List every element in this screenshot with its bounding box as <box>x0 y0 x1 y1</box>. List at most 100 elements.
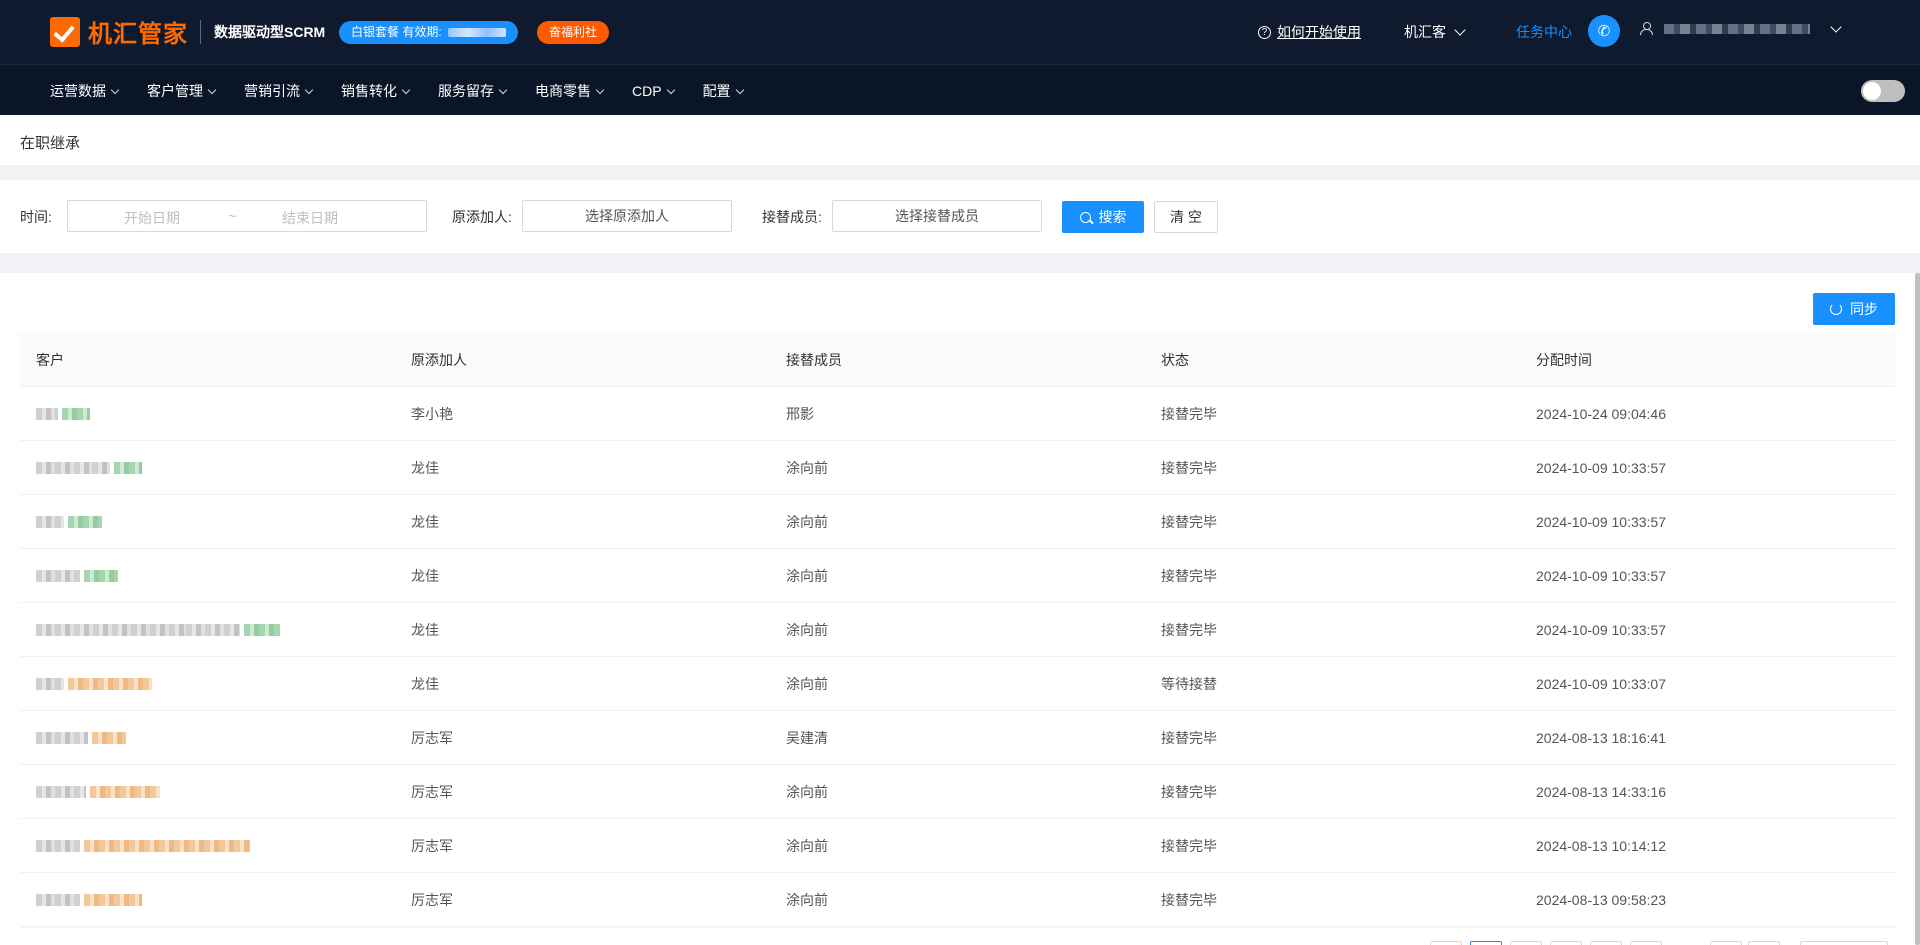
phone-button[interactable]: ✆ <box>1588 15 1620 47</box>
nav-item-label: CDP <box>632 83 662 99</box>
customer-name-redacted <box>36 894 142 906</box>
task-center-link[interactable]: 任务中心 <box>1516 22 1572 42</box>
nav-item-label: 电商零售 <box>535 83 591 99</box>
table-row: 李小艳 邢影 接替完毕 2024-10-24 09:04:46 <box>20 387 1895 441</box>
sync-button[interactable]: 同步 <box>1813 293 1895 325</box>
assign-time-cell: 2024-10-09 10:33:07 <box>1536 676 1666 692</box>
successor-label: 接替成员: <box>762 209 822 225</box>
original-adder-cell: 龙佳 <box>411 568 439 584</box>
search-button[interactable]: 搜索 <box>1062 201 1144 233</box>
original-adder-cell: 厉志军 <box>411 784 453 800</box>
successor-cell: 涂向前 <box>786 784 828 800</box>
content-panel: 同步 客户 原添加人 接替成员 状态 分配时间 李小艳 邢影 接替完毕 2024… <box>0 273 1920 945</box>
page-size-select[interactable] <box>1800 941 1888 945</box>
next-page-button[interactable] <box>1748 941 1780 945</box>
nav-item-operation-data[interactable]: 运营数据 <box>50 81 120 101</box>
top-header: 机汇管家 数据驱动型SCRM 白银套餐 有效期: 奋福利社 ? 如何开始使用 机… <box>0 0 1920 64</box>
assign-time-cell: 2024-10-09 10:33:57 <box>1536 568 1666 584</box>
customer-name-redacted <box>36 408 90 420</box>
page-title: 在职继承 <box>20 135 81 152</box>
start-date-placeholder[interactable]: 开始日期 <box>124 208 180 228</box>
table-row: 厉志军 涂向前 接替完毕 2024-08-13 14:33:16 <box>20 765 1895 819</box>
chevron-down-icon <box>207 85 217 94</box>
page-button[interactable] <box>1510 941 1542 945</box>
original-adder-cell: 厉志军 <box>411 730 453 746</box>
nav-item-ecommerce[interactable]: 电商零售 <box>535 81 605 101</box>
successor-cell: 涂向前 <box>786 568 828 584</box>
date-range-picker[interactable]: 开始日期 ~ 结束日期 <box>67 200 427 232</box>
nav-item-sales-conversion[interactable]: 销售转化 <box>341 81 411 101</box>
status-cell: 接替完毕 <box>1161 730 1217 746</box>
refresh-icon <box>1830 303 1842 315</box>
status-cell: 接替完毕 <box>1161 406 1217 422</box>
table-row: 龙佳 涂向前 接替完毕 2024-10-09 10:33:57 <box>20 603 1895 657</box>
search-icon <box>1079 211 1091 223</box>
nav-item-config[interactable]: 配置 <box>702 81 744 101</box>
chevron-down-icon <box>1830 20 1842 33</box>
table-row: 龙佳 涂向前 接替完毕 2024-10-09 10:33:57 <box>20 549 1895 603</box>
successor-input[interactable] <box>832 200 1042 232</box>
welfare-badge[interactable]: 奋福利社 <box>537 21 610 44</box>
successor-cell: 涂向前 <box>786 514 828 530</box>
user-menu[interactable] <box>1640 20 1842 35</box>
logo-text: 机汇管家 <box>88 21 188 48</box>
chevron-down-icon <box>401 85 411 94</box>
nav-item-label: 配置 <box>702 83 731 99</box>
nav-item-label: 客户管理 <box>147 83 203 99</box>
clear-button[interactable]: 清 空 <box>1154 201 1218 233</box>
customer-name-redacted <box>36 678 152 690</box>
column-header-status: 状态 <box>1161 352 1189 368</box>
status-cell: 接替完毕 <box>1161 460 1217 476</box>
assign-time-cell: 2024-10-09 10:33:57 <box>1536 514 1666 530</box>
original-adder-cell: 厉志军 <box>411 892 453 908</box>
page-button[interactable] <box>1590 941 1622 945</box>
prev-page-button[interactable] <box>1430 941 1462 945</box>
status-cell: 接替完毕 <box>1161 838 1217 854</box>
logo[interactable]: 机汇管家 <box>50 14 188 49</box>
chevron-down-icon <box>595 85 605 94</box>
slogan: 数据驱动型SCRM <box>214 24 326 40</box>
assign-time-cell: 2024-10-09 10:33:57 <box>1536 622 1666 638</box>
successor-cell: 邢影 <box>786 406 814 422</box>
successor-cell: 涂向前 <box>786 622 828 638</box>
customer-name-redacted <box>36 786 160 798</box>
assign-time-cell: 2024-10-24 09:04:46 <box>1536 406 1666 422</box>
table-row: 龙佳 涂向前 等待接替 2024-10-09 10:33:07 <box>20 657 1895 711</box>
page-button[interactable] <box>1710 941 1742 945</box>
nav-item-service-retention[interactable]: 服务留存 <box>438 81 508 101</box>
theme-toggle[interactable] <box>1861 80 1905 102</box>
page-button[interactable] <box>1470 941 1502 945</box>
org-selector[interactable]: 机汇客 <box>1404 22 1466 42</box>
successor-cell: 涂向前 <box>786 892 828 908</box>
help-link[interactable]: ? 如何开始使用 <box>1258 22 1361 42</box>
plan-expiry-redacted <box>447 28 506 37</box>
successor-cell: 吴建清 <box>786 730 828 746</box>
help-link-label: 如何开始使用 <box>1277 24 1361 40</box>
nav-item-marketing[interactable]: 营销引流 <box>244 81 314 101</box>
table-row: 龙佳 涂向前 接替完毕 2024-10-09 10:33:57 <box>20 495 1895 549</box>
assign-time-cell: 2024-08-13 14:33:16 <box>1536 784 1666 800</box>
nav-item-cdp[interactable]: CDP <box>632 81 675 101</box>
nav-item-label: 营销引流 <box>244 83 300 99</box>
pagination <box>0 941 1920 945</box>
assign-time-cell: 2024-08-13 18:16:41 <box>1536 730 1666 746</box>
nav-item-customer-management[interactable]: 客户管理 <box>147 81 217 101</box>
column-header-original-adder: 原添加人 <box>411 352 467 368</box>
customer-name-redacted <box>36 516 102 528</box>
end-date-placeholder[interactable]: 结束日期 <box>282 208 338 228</box>
original-adder-cell: 龙佳 <box>411 622 439 638</box>
plan-badge[interactable]: 白银套餐 有效期: <box>339 21 518 44</box>
user-icon <box>1640 22 1653 35</box>
chevron-down-icon <box>735 85 744 94</box>
customer-name-redacted <box>36 462 142 474</box>
scrollbar-thumb[interactable] <box>1915 273 1920 945</box>
original-adder-input[interactable] <box>522 200 732 232</box>
page-button[interactable] <box>1630 941 1662 945</box>
column-header-assign-time: 分配时间 <box>1536 352 1592 368</box>
chevron-down-icon <box>666 85 675 94</box>
logo-check-icon <box>50 16 80 47</box>
table-row: 龙佳 涂向前 接替完毕 2024-10-09 10:33:57 <box>20 441 1895 495</box>
status-cell: 接替完毕 <box>1161 622 1217 638</box>
page-button[interactable] <box>1550 941 1582 945</box>
user-name-redacted <box>1664 23 1810 34</box>
